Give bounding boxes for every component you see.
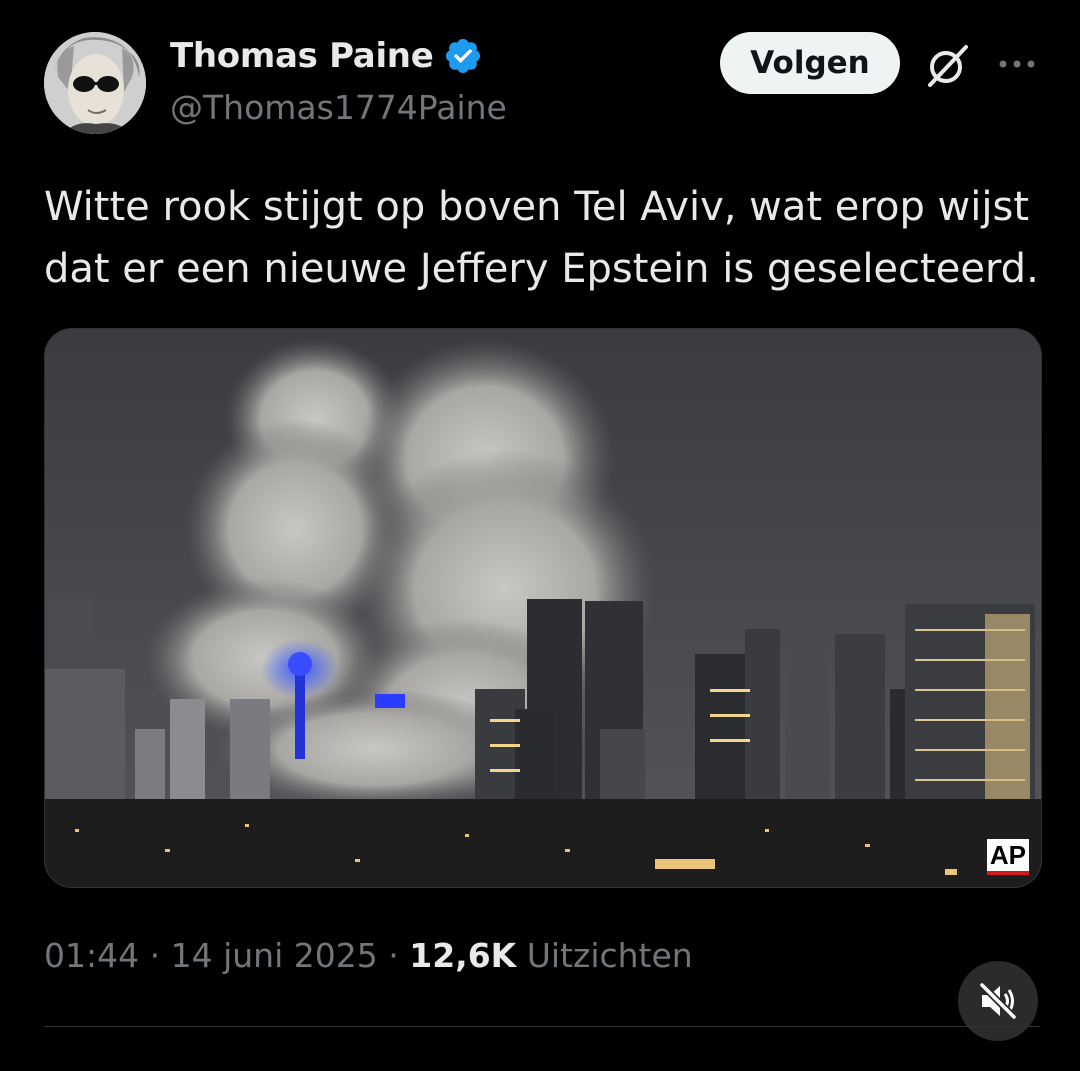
meta-separator: · bbox=[149, 936, 161, 975]
tweet-date[interactable]: 14 juni 2025 bbox=[171, 936, 378, 975]
media-credit: AP bbox=[986, 839, 1029, 875]
muted-speaker-icon bbox=[979, 982, 1017, 1020]
tweet-meta: 01:44 · 14 juni 2025 · 12,6K Uitzichten bbox=[44, 936, 693, 975]
tweet-text: Witte rook stijgt op boven Tel Aviv, wat… bbox=[44, 184, 1039, 292]
tweet-time[interactable]: 01:44 bbox=[44, 936, 139, 975]
avatar[interactable] bbox=[44, 32, 146, 134]
verified-badge-icon bbox=[446, 38, 481, 74]
author-display-name[interactable]: Thomas Paine bbox=[170, 36, 434, 76]
divider bbox=[44, 1026, 1040, 1027]
more-dots-icon[interactable] bbox=[996, 52, 1038, 76]
author-name-row[interactable]: Thomas Paine bbox=[170, 36, 483, 76]
tweet-media[interactable]: AP bbox=[44, 328, 1042, 888]
meta-separator: · bbox=[388, 936, 399, 975]
follow-button[interactable]: Volgen bbox=[720, 32, 900, 94]
mute-button[interactable] bbox=[958, 961, 1038, 1041]
views-label: Uitzichten bbox=[526, 936, 693, 975]
author-handle[interactable]: @Thomas1774Paine bbox=[170, 88, 507, 127]
grok-icon[interactable] bbox=[924, 43, 970, 89]
profile-avatar-icon bbox=[44, 32, 146, 134]
views-count: 12,6K bbox=[409, 936, 517, 975]
city-skyline-smoke-image bbox=[45, 329, 1041, 887]
